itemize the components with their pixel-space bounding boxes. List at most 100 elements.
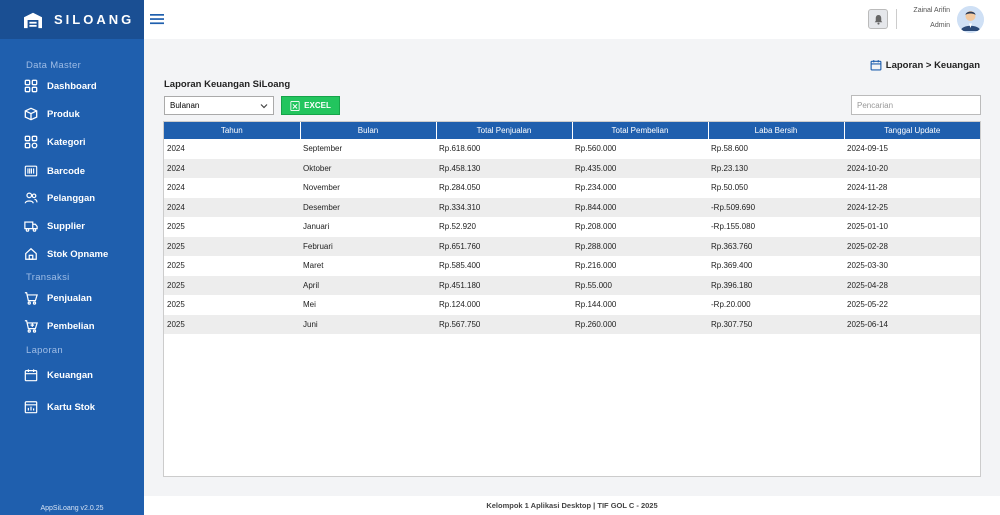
table-row[interactable]: 2025 Januari Rp.52.920 Rp.208.000 -Rp.155.08… xyxy=(164,217,980,237)
table-cell: Februari xyxy=(303,241,333,251)
table-cell: Rp.124.000 xyxy=(439,300,481,310)
page-title: Laporan Keuangan SiLoang xyxy=(164,79,291,90)
users-icon xyxy=(24,192,38,204)
table-row[interactable]: 2024 November Rp.284.050 Rp.234.000 Rp.50.05… xyxy=(164,178,980,198)
table-cell: 2025 xyxy=(167,319,185,329)
report-table: Tahun Bulan Total Penjualan Total Pembel… xyxy=(163,121,981,477)
sidebar-item-label: Barcode xyxy=(47,165,86,177)
table-cell: 2025-03-30 xyxy=(847,261,888,271)
table-cell: 2025-01-10 xyxy=(847,222,888,232)
calendar-icon xyxy=(24,369,38,382)
excel-file-icon xyxy=(290,100,300,111)
sidebar: SILOANG Data Master Dashboard Produk Kat… xyxy=(0,0,144,515)
table-cell: Maret xyxy=(303,261,324,271)
table-cell: Rp.234.000 xyxy=(575,183,617,193)
dashboard-icon xyxy=(24,79,38,93)
table-row[interactable]: 2025 Maret Rp.585.400 Rp.216.000 Rp.369.400 2… xyxy=(164,256,980,276)
table-cell: -Rp.155.080 xyxy=(711,222,756,232)
sidebar-item-barcode[interactable]: Barcode xyxy=(24,162,85,180)
table-cell: September xyxy=(303,144,343,154)
table-cell: 2025 xyxy=(167,280,185,290)
table-row[interactable]: 2024 Oktober Rp.458.130 Rp.435.000 Rp.23.130… xyxy=(164,158,980,178)
table-row[interactable]: 2025 Mei Rp.124.000 Rp.144.000 -Rp.20.000 202… xyxy=(164,295,980,315)
table-cell: Rp.567.750 xyxy=(439,319,481,329)
table-cell: 2024 xyxy=(167,183,185,193)
footer: Kelompok 1 Aplikasi Desktop | TIF GOL C … xyxy=(144,496,1000,515)
table-cell: 2025 xyxy=(167,222,185,232)
table-cell: 2025-06-14 xyxy=(847,319,888,329)
top-bar: Zainal Arifin Admin xyxy=(144,0,1000,39)
divider xyxy=(896,9,897,29)
notification-button[interactable] xyxy=(868,9,888,29)
sidebar-item-label: Pelanggan xyxy=(47,192,96,204)
column-header[interactable]: Total Pembelian xyxy=(572,122,709,139)
column-header[interactable]: Total Penjualan xyxy=(436,122,573,139)
column-header[interactable]: Bulan xyxy=(300,122,437,139)
table-row[interactable]: 2025 April Rp.451.180 Rp.55.000 Rp.396.180 20… xyxy=(164,275,980,295)
sidebar-item-penjualan[interactable]: Penjualan xyxy=(24,289,92,307)
table-cell: Rp.618.600 xyxy=(439,144,481,154)
column-header[interactable]: Tanggal Update xyxy=(844,122,980,139)
table-cell: Rp.208.000 xyxy=(575,222,617,232)
table-cell: Rp.288.000 xyxy=(575,241,617,251)
sidebar-item-kartu-stok[interactable]: Kartu Stok xyxy=(24,398,95,416)
sidebar-item-keuangan[interactable]: Keuangan xyxy=(24,366,93,384)
table-cell: 2024 xyxy=(167,144,185,154)
table-cell: 2025-05-22 xyxy=(847,300,888,310)
sidebar-item-produk[interactable]: Produk xyxy=(24,105,80,123)
table-cell: 2024-09-15 xyxy=(847,144,888,154)
table-cell: 2024-10-20 xyxy=(847,163,888,173)
sidebar-item-label: Keuangan xyxy=(47,369,93,381)
bell-icon xyxy=(874,14,882,25)
report-icon xyxy=(24,401,38,414)
sidebar-item-label: Penjualan xyxy=(47,292,92,304)
user-role: Admin xyxy=(930,22,950,29)
table-cell: Rp.23.130 xyxy=(711,163,748,173)
user-name: Zainal Arifin xyxy=(913,7,950,14)
chevron-down-icon xyxy=(260,104,268,109)
user-avatar-icon xyxy=(957,6,984,33)
table-cell: 2024 xyxy=(167,163,185,173)
warehouse-icon xyxy=(24,12,42,28)
table-row[interactable]: 2024 September Rp.618.600 Rp.560.000 Rp.58.6… xyxy=(164,139,980,159)
table-cell: April xyxy=(303,280,320,290)
period-select-value: Bulanan xyxy=(170,101,200,110)
table-cell: November xyxy=(303,183,340,193)
sidebar-item-pembelian[interactable]: Pembelian xyxy=(24,317,95,335)
table-cell: Rp.334.310 xyxy=(439,202,481,212)
table-cell: Rp.50.050 xyxy=(711,183,748,193)
sidebar-item-label: Supplier xyxy=(47,220,86,232)
sidebar-item-label: Produk xyxy=(47,108,80,120)
table-cell: 2024-12-25 xyxy=(847,202,888,212)
breadcrumb: Laporan > Keuangan xyxy=(870,59,980,71)
table-cell: Mei xyxy=(303,300,316,310)
sidebar-item-pelanggan[interactable]: Pelanggan xyxy=(24,189,95,207)
period-select[interactable]: Bulanan xyxy=(164,96,274,115)
table-cell: -Rp.509.690 xyxy=(711,202,756,212)
column-header[interactable]: Laba Bersih xyxy=(708,122,845,139)
sidebar-item-kategori[interactable]: Kategori xyxy=(24,133,86,151)
menu-icon[interactable] xyxy=(150,12,164,26)
search-input[interactable] xyxy=(851,95,981,115)
avatar[interactable] xyxy=(957,6,984,33)
cart-icon xyxy=(24,292,38,305)
breadcrumb-text: Laporan > Keuangan xyxy=(885,59,980,71)
table-cell: Januari xyxy=(303,222,330,232)
table-cell: Rp.651.760 xyxy=(439,241,481,251)
sidebar-item-supplier[interactable]: Supplier xyxy=(24,217,85,235)
table-row[interactable]: 2024 Desember Rp.334.310 Rp.844.000 -Rp.509.… xyxy=(164,197,980,217)
excel-export-button[interactable]: EXCEL xyxy=(281,96,340,115)
table-row[interactable]: 2025 Juni Rp.567.750 Rp.260.000 Rp.307.750 20… xyxy=(164,314,980,334)
table-cell: 2025-04-28 xyxy=(847,280,888,290)
table-cell: 2024 xyxy=(167,202,185,212)
table-row[interactable]: 2025 Februari Rp.651.760 Rp.288.000 Rp.363.7… xyxy=(164,236,980,256)
table-cell: Rp.369.400 xyxy=(711,261,753,271)
sidebar-item-stok-opname[interactable]: Stok Opname xyxy=(24,245,108,263)
table-cell: 2025 xyxy=(167,261,185,271)
column-header[interactable]: Tahun xyxy=(164,122,301,139)
table-cell: Rp.585.400 xyxy=(439,261,481,271)
table-cell: Rp.216.000 xyxy=(575,261,617,271)
table-cell: Rp.144.000 xyxy=(575,300,617,310)
sidebar-item-dashboard[interactable]: Dashboard xyxy=(24,77,97,95)
table-cell: Oktober xyxy=(303,163,332,173)
